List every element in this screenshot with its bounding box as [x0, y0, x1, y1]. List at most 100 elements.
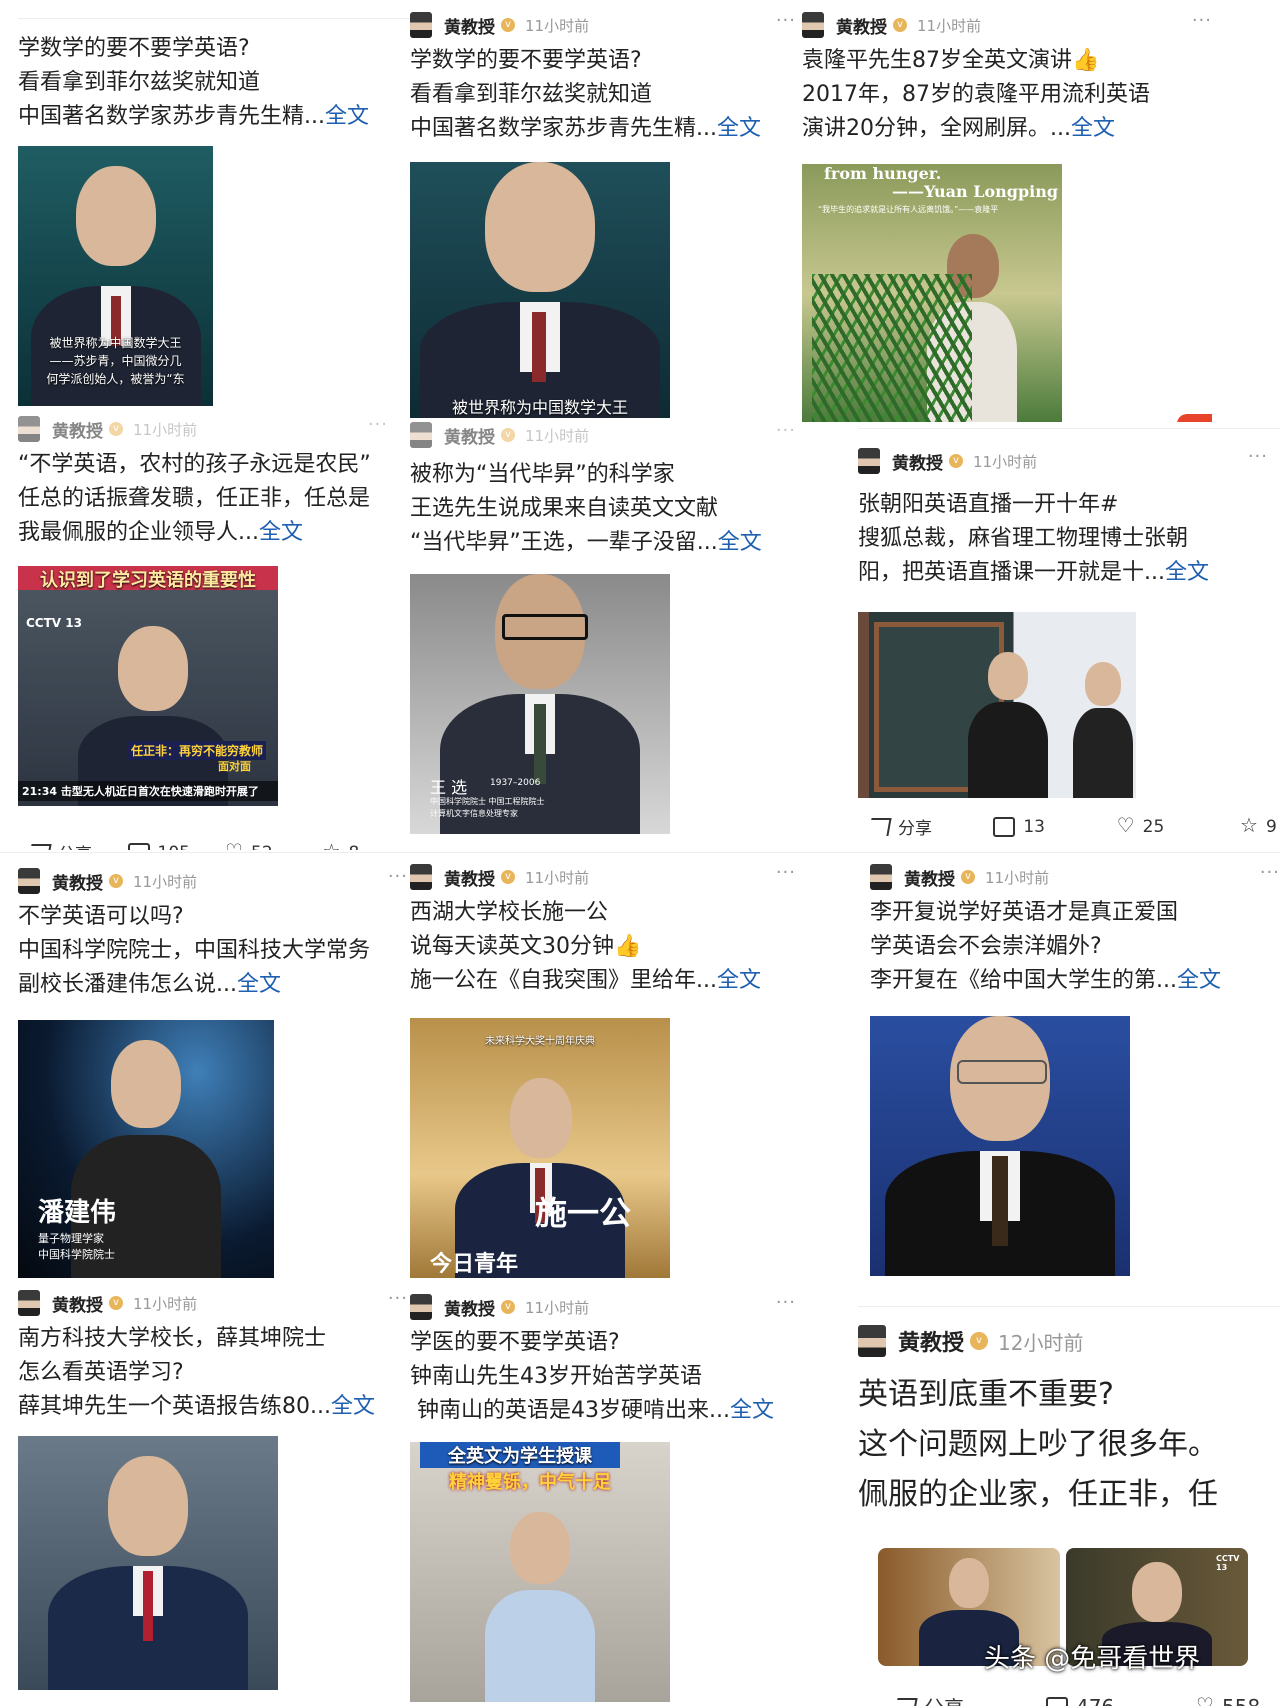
more-options-icon[interactable]: ··· [1192, 10, 1212, 31]
post-body[interactable]: 李开复说学好英语才是真正爱国 学英语会不会崇洋媚外? 李开复在《给中国大学生的第… [870, 896, 1265, 998]
post-header: 黄教授 v 11小时前 ··· [870, 862, 1280, 892]
more-options-icon[interactable]: ··· [776, 1292, 796, 1313]
author-name[interactable]: 黄教授 [898, 1325, 964, 1357]
read-more-link[interactable]: 全文 [331, 1394, 375, 1419]
more-options-icon[interactable]: ··· [776, 862, 796, 883]
author-name[interactable]: 黄教授 [52, 1291, 103, 1316]
author-name[interactable]: 黄教授 [444, 423, 495, 448]
post-image[interactable] [870, 1016, 1130, 1276]
avatar[interactable] [802, 12, 824, 38]
share-button[interactable]: 分享 [28, 840, 128, 850]
feed-post[interactable]: 黄教授 v 11小时前 ··· 被称为“当代毕昇”的科学家 王选先生说成果来自读… [410, 418, 820, 850]
post-body[interactable]: 西湖大学校长施一公 说每天读英文30分钟👍 施一公在《自我突围》里给年...全文 [410, 896, 805, 998]
post-image[interactable]: 被世界称为中国数学大王 [410, 162, 670, 422]
feed-post[interactable]: 黄教授 v 11小时前 ··· “不学英语，农村的孩子永远是农民” 任总的话振聋… [18, 412, 428, 850]
more-options-icon[interactable]: ··· [776, 420, 796, 441]
read-more-link[interactable]: 全文 [1071, 116, 1115, 141]
feed-post[interactable]: 黄教授 v 11小时前 ··· 不学英语可以吗? 中国科学院院士，中国科技大学常… [18, 858, 428, 1278]
feed-post[interactable]: 黄教授 v 11小时前 ··· 南方科技大学校长，薛其坤院士 怎么看英语学习? … [18, 1280, 428, 1690]
avatar[interactable] [858, 448, 880, 474]
avatar[interactable] [18, 1290, 40, 1316]
feed-post[interactable]: 黄教授 v 11小时前 ··· 学医的要不要学英语? 钟南山先生43岁开始苦学英… [410, 1284, 820, 1706]
avatar[interactable] [410, 12, 432, 38]
like-button[interactable]: 558 [1196, 1692, 1280, 1706]
author-name[interactable]: 黄教授 [892, 449, 943, 474]
read-more-link[interactable]: 全文 [259, 520, 303, 545]
like-button[interactable]: 52 [225, 839, 323, 851]
post-body[interactable]: 学医的要不要学英语? 钟南山先生43岁开始苦学英语 钟南山的英语是43岁硬啃出来… [410, 1326, 805, 1428]
post-image[interactable]: 全英文为学生授课 精神矍铄，中气十足 [410, 1442, 670, 1702]
author-name[interactable]: 黄教授 [52, 869, 103, 894]
avatar[interactable] [410, 422, 432, 448]
author-name[interactable]: 黄教授 [904, 865, 955, 890]
post-body[interactable]: 张朝阳英语直播一开十年# 搜狐总裁，麻省理工物理博士张朝 阳，把英语直播课一开就… [858, 488, 1253, 590]
post-line: 中国著名数学家苏步青先生精... [18, 104, 325, 129]
more-options-icon[interactable]: ··· [388, 866, 408, 887]
person-name: 施一公 [535, 1194, 632, 1232]
read-more-link[interactable]: 全文 [237, 972, 281, 997]
post-image[interactable]: 王 选 1937–2006 中国科学院院士 中国工程院院士 计算机文字信息处理专… [410, 574, 670, 834]
image-subtitle: 精神矍铄，中气十足 [449, 1472, 611, 1493]
avatar[interactable] [18, 868, 40, 894]
feed-post[interactable]: 黄教授 v 11小时前 ··· 学数学的要不要学英语? 看看拿到菲尔兹奖就知道 … [410, 2, 820, 422]
post-body[interactable]: 南方科技大学校长，薛其坤院士 怎么看英语学习? 薛其坤先生一个英语报告练80..… [18, 1322, 413, 1424]
portrait [48, 1456, 248, 1690]
feed-post[interactable]: 黄教授 v 11小时前 ··· 西湖大学校长施一公 说每天读英文30分钟👍 施一… [410, 854, 820, 1278]
post-time: 11小时前 [133, 1294, 198, 1313]
share-button[interactable]: 分享 [868, 814, 980, 839]
comment-button[interactable]: 476 [1046, 1692, 1196, 1706]
feed-post[interactable]: 黄教授 v 11小时前 ··· 李开复说学好英语才是真正爱国 学英语会不会崇洋媚… [870, 854, 1280, 1278]
author-name[interactable]: 黄教授 [444, 13, 495, 38]
feed-post[interactable]: 黄教授 v 11小时前 ··· 张朝阳英语直播一开十年# 搜狐总裁，麻省理工物理… [858, 428, 1280, 850]
post-line: 2017年，87岁的袁隆平用流利英语 [802, 82, 1150, 107]
more-options-icon[interactable]: ··· [1248, 446, 1268, 467]
notification-pill[interactable] [1177, 414, 1212, 422]
post-body[interactable]: 学数学的要不要学英语? 看看拿到菲尔兹奖就知道 中国著名数学家苏步青先生精...… [410, 44, 805, 146]
post-image[interactable]: from hunger. ——Yuan Longping “我毕生的追求就是让所… [802, 164, 1062, 422]
avatar[interactable] [18, 416, 40, 442]
comment-button[interactable]: 105 [127, 840, 226, 851]
author-name[interactable]: 黄教授 [444, 865, 495, 890]
author-name[interactable]: 黄教授 [52, 417, 103, 442]
post-body[interactable]: 学数学的要不要学英语? 看看拿到菲尔兹奖就知道 中国著名数学家苏步青先生精...… [18, 32, 413, 134]
favorite-button[interactable]: 9 [1240, 813, 1280, 839]
author-name[interactable]: 黄教授 [444, 1295, 495, 1320]
more-options-icon[interactable]: ··· [368, 414, 388, 435]
read-more-link[interactable]: 全文 [1177, 968, 1221, 993]
read-more-link[interactable]: 全文 [1165, 560, 1209, 585]
read-more-link[interactable]: 全文 [717, 116, 761, 141]
read-more-link[interactable]: 全文 [718, 530, 762, 555]
avatar[interactable] [858, 1325, 886, 1357]
avatar[interactable] [410, 864, 432, 890]
more-options-icon[interactable]: ··· [776, 10, 796, 31]
post-line: “当代毕昇”王选，一辈子没留... [410, 530, 718, 555]
post-image[interactable] [858, 612, 1136, 798]
more-options-icon[interactable]: ··· [388, 1288, 408, 1309]
favorite-button[interactable]: 8 [323, 839, 421, 851]
comment-button[interactable]: 13 [993, 814, 1103, 839]
post-body[interactable]: “不学英语，农村的孩子永远是农民” 任总的话振聋发聩，任正非，任总是 我最佩服的… [18, 448, 413, 550]
comment-count: 105 [158, 843, 190, 851]
post-image[interactable]: 被世界称为中国数学大王 ——苏步青，中国微分几 何学派创始人，被誉为“东 [18, 146, 213, 406]
more-options-icon[interactable]: ··· [1260, 862, 1280, 883]
post-image[interactable]: 未来科学大奖十周年庆典 施一公 今日青年 [410, 1018, 670, 1278]
post-body[interactable]: 英语到底重不重要? 这个问题网上吵了很多年。 佩服的企业家，任正非，任 [858, 1370, 1280, 1520]
comment-icon [127, 842, 150, 850]
feed-post[interactable]: 黄教授 v 11小时前 ··· 袁隆平先生87岁全英文演讲👍 2017年，87岁… [802, 2, 1212, 422]
post-body[interactable]: 不学英语可以吗? 中国科学院院士，中国科技大学常务 副校长潘建伟怎么说...全文 [18, 900, 413, 1002]
read-more-link[interactable]: 全文 [717, 968, 761, 993]
like-button[interactable]: 25 [1117, 813, 1227, 839]
post-body[interactable]: 被称为“当代毕昇”的科学家 王选先生说成果来自读英文文献 “当代毕昇”王选，一辈… [410, 458, 805, 560]
favorite-count: 9 [1265, 816, 1277, 837]
author-name[interactable]: 黄教授 [836, 13, 887, 38]
read-more-link[interactable]: 全文 [325, 104, 369, 129]
avatar[interactable] [870, 864, 892, 890]
post-image[interactable]: 认识到了学习英语的重要性 CCTV 13 任正非：再穷不能穷教师 面对面 21:… [18, 566, 278, 806]
post-body[interactable]: 袁隆平先生87岁全英文演讲👍 2017年，87岁的袁隆平用流利英语 演讲20分钟… [802, 44, 1197, 146]
post-image[interactable] [18, 1436, 278, 1690]
feed-post[interactable]: 学数学的要不要学英语? 看看拿到菲尔兹奖就知道 中国著名数学家苏步青先生精...… [18, 22, 428, 412]
share-button[interactable]: 分享 [894, 1692, 1046, 1706]
avatar[interactable] [410, 1294, 432, 1320]
post-image[interactable]: 潘建伟 量子物理学家 中国科学院院士 [18, 1020, 274, 1278]
read-more-link[interactable]: 全文 [730, 1398, 774, 1423]
